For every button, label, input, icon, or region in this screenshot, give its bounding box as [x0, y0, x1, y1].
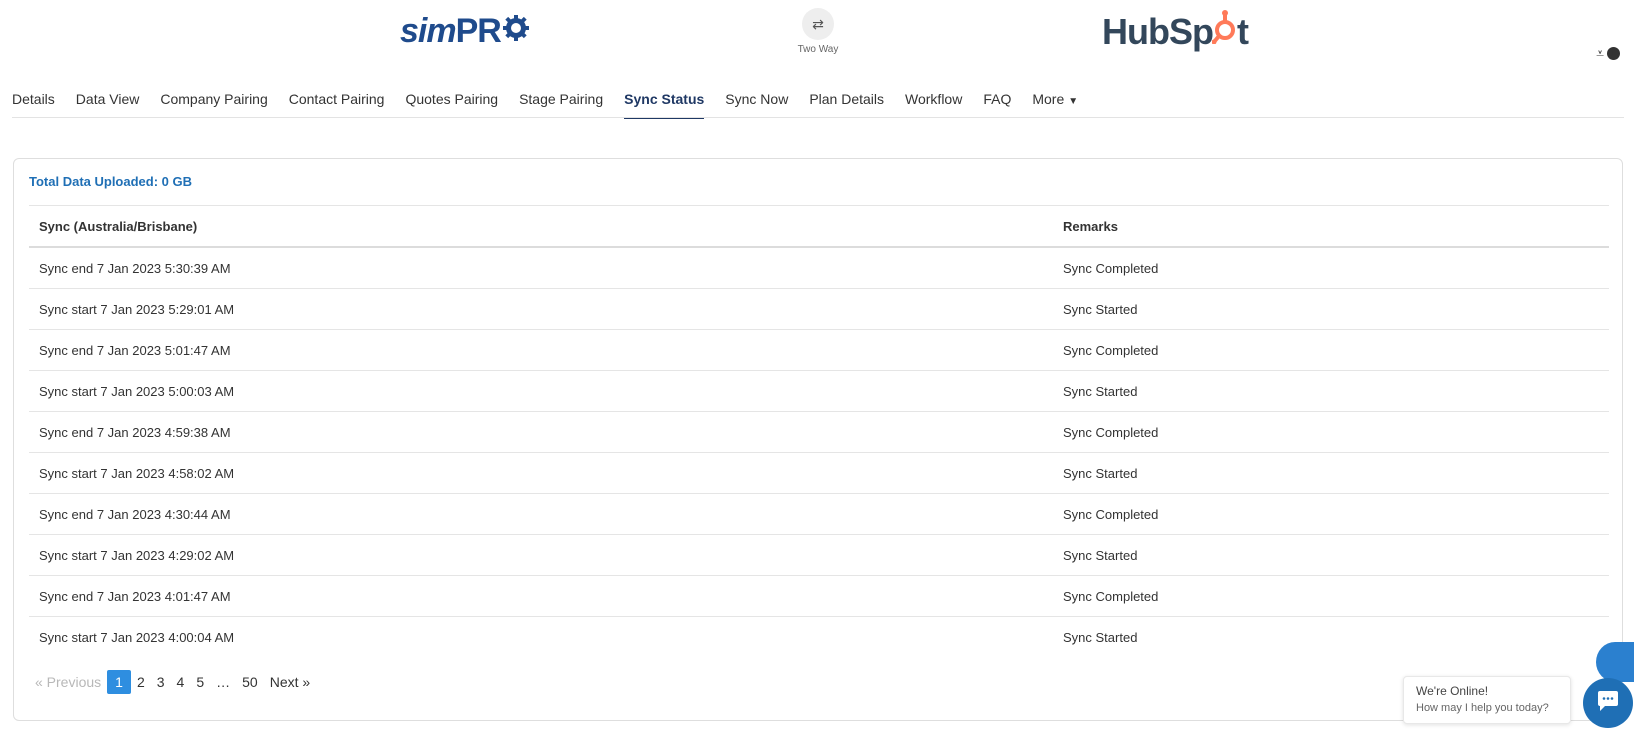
info-icon[interactable]: i: [1607, 46, 1620, 60]
sync-cell: Sync start 7 Jan 2023 4:29:02 AM: [29, 534, 1053, 576]
remarks-cell: Sync Started: [1053, 452, 1609, 494]
sync-cell: Sync end 7 Jan 2023 4:59:38 AM: [29, 411, 1053, 453]
tab-quotes-pairing[interactable]: Quotes Pairing: [405, 84, 498, 117]
collapse-icon[interactable]: ⩡: [1596, 46, 1604, 60]
chat-agent-avatar: [1596, 642, 1634, 682]
tab-data-view[interactable]: Data View: [76, 84, 140, 117]
table-row: Sync start 7 Jan 2023 5:00:03 AM Sync Sta…: [29, 370, 1609, 412]
total-data-uploaded: Total Data Uploaded: 0 GB: [29, 174, 192, 189]
remarks-cell: Sync Started: [1053, 616, 1609, 657]
table-row: Sync start 7 Jan 2023 4:58:02 AM Sync Sta…: [29, 452, 1609, 494]
remarks-cell: Sync Started: [1053, 534, 1609, 576]
chat-greeting[interactable]: We're Online! How may I help you today?: [1403, 676, 1571, 724]
tab-sync-now[interactable]: Sync Now: [725, 84, 788, 117]
tab-plan-details[interactable]: Plan Details: [809, 84, 884, 117]
pagination: « Previous 1 2 3 4 5 … 50 Next »: [29, 670, 316, 694]
tab-nav: Details Data View Company Pairing Contac…: [12, 84, 1634, 119]
page-button-4[interactable]: 4: [171, 670, 191, 694]
sync-cell: Sync end 7 Jan 2023 4:30:44 AM: [29, 493, 1053, 535]
header: sim PR ⇄ Two Way HubSp t ⩡ i: [0, 0, 1634, 80]
table-row: Sync end 7 Jan 2023 4:01:47 AM Sync Compl…: [29, 575, 1609, 617]
table-row: Sync end 7 Jan 2023 5:30:39 AM Sync Compl…: [29, 246, 1609, 289]
remarks-cell: Sync Completed: [1053, 329, 1609, 371]
chat-greeting-subtitle: How may I help you today?: [1416, 702, 1549, 714]
sync-direction-label: Two Way: [797, 44, 839, 55]
remarks-cell: Sync Started: [1053, 370, 1609, 412]
chat-greeting-title: We're Online!: [1416, 684, 1489, 698]
remarks-cell: Sync Completed: [1053, 575, 1609, 617]
table-row: Sync end 7 Jan 2023 4:30:44 AM Sync Compl…: [29, 493, 1609, 535]
nav-divider: [12, 117, 1624, 118]
tab-company-pairing[interactable]: Company Pairing: [160, 84, 267, 117]
sync-cell: Sync end 7 Jan 2023 4:01:47 AM: [29, 575, 1053, 617]
sync-cell: Sync start 7 Jan 2023 4:00:04 AM: [29, 616, 1053, 657]
table-header-row: Sync (Australia/Brisbane) Remarks: [29, 205, 1609, 248]
table-row: Sync start 7 Jan 2023 5:29:01 AM Sync Sta…: [29, 288, 1609, 330]
simpro-logo: sim PR: [400, 12, 530, 51]
chat-launcher-button[interactable]: [1583, 678, 1633, 728]
column-header-sync: Sync (Australia/Brisbane): [29, 205, 1053, 248]
remarks-cell: Sync Started: [1053, 288, 1609, 330]
sync-direction: ⇄ Two Way: [798, 8, 838, 55]
table-row: Sync end 7 Jan 2023 5:01:47 AM Sync Compl…: [29, 329, 1609, 371]
caret-down-icon: ▼: [1068, 96, 1079, 107]
swap-arrows-icon: ⇄: [802, 8, 834, 40]
page-button-1[interactable]: 1: [107, 670, 131, 694]
tab-faq[interactable]: FAQ: [983, 84, 1011, 117]
table-row: Sync start 7 Jan 2023 4:00:04 AM Sync Sta…: [29, 616, 1609, 657]
sync-cell: Sync start 7 Jan 2023 4:58:02 AM: [29, 452, 1053, 494]
sync-table: Sync (Australia/Brisbane) Remarks Sync e…: [29, 205, 1609, 657]
sync-cell: Sync end 7 Jan 2023 5:01:47 AM: [29, 329, 1053, 371]
page-button-3[interactable]: 3: [151, 670, 171, 694]
previous-page-button[interactable]: « Previous: [29, 670, 107, 694]
tab-contact-pairing[interactable]: Contact Pairing: [289, 84, 385, 117]
table-row: Sync start 7 Jan 2023 4:29:02 AM Sync Sta…: [29, 534, 1609, 576]
next-page-button[interactable]: Next »: [264, 670, 316, 694]
page-button-2[interactable]: 2: [131, 670, 151, 694]
column-header-remarks: Remarks: [1053, 205, 1609, 248]
sync-cell: Sync start 7 Jan 2023 5:29:01 AM: [29, 288, 1053, 330]
page-button-50[interactable]: 50: [236, 670, 264, 694]
sync-status-card: Total Data Uploaded: 0 GB Sync (Australi…: [13, 158, 1623, 721]
tab-more[interactable]: More ▼: [1032, 84, 1078, 117]
pagination-ellipsis: …: [216, 674, 231, 690]
tab-details[interactable]: Details: [12, 84, 55, 117]
remarks-cell: Sync Completed: [1053, 411, 1609, 453]
tab-workflow[interactable]: Workflow: [905, 84, 962, 117]
sprocket-icon: [1211, 10, 1238, 53]
tab-stage-pairing[interactable]: Stage Pairing: [519, 84, 603, 117]
page-button-5[interactable]: 5: [190, 670, 210, 694]
sync-table-wrapper: Sync (Australia/Brisbane) Remarks Sync e…: [29, 205, 1609, 657]
sync-cell: Sync end 7 Jan 2023 5:30:39 AM: [29, 246, 1053, 289]
header-actions: ⩡ i: [1596, 46, 1620, 60]
hubspot-logo: HubSp t: [1102, 10, 1249, 53]
tab-sync-status[interactable]: Sync Status: [624, 84, 705, 119]
table-row: Sync end 7 Jan 2023 4:59:38 AM Sync Compl…: [29, 411, 1609, 453]
gear-icon: [502, 12, 530, 51]
remarks-cell: Sync Completed: [1053, 246, 1609, 289]
remarks-cell: Sync Completed: [1053, 493, 1609, 535]
chat-icon: [1596, 690, 1620, 717]
sync-cell: Sync start 7 Jan 2023 5:00:03 AM: [29, 370, 1053, 412]
